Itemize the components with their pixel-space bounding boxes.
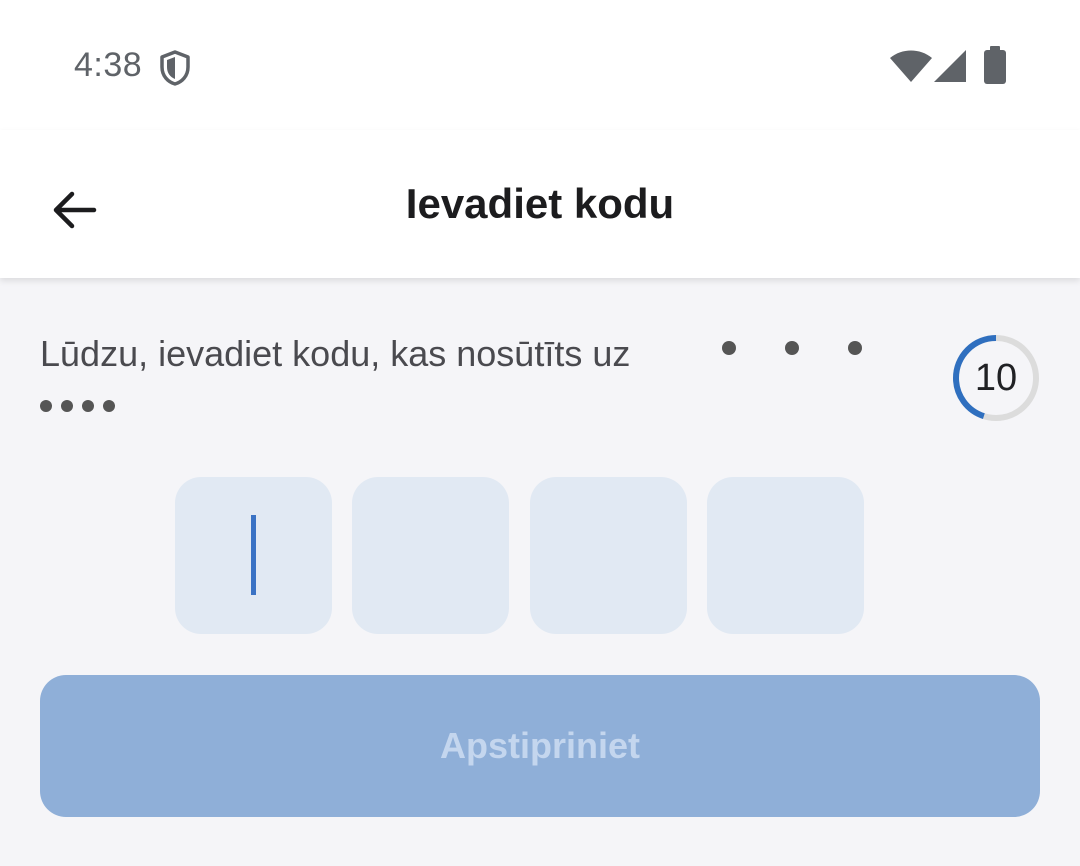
code-box-3[interactable] (530, 477, 687, 634)
masked-phone-part-2 (40, 396, 120, 416)
wifi-icon (890, 50, 932, 82)
code-box-4[interactable] (707, 477, 864, 634)
timer-seconds: 10 (974, 356, 1018, 399)
text-cursor (251, 515, 256, 595)
countdown-timer: 10 (950, 332, 1042, 424)
status-bar: 4:38 (0, 0, 1080, 130)
code-input-group (175, 477, 865, 634)
battery-icon (984, 46, 1006, 84)
masked-phone-part-1 (722, 336, 862, 360)
shield-icon (160, 50, 190, 86)
page-title: Ievadiet kodu (405, 180, 675, 227)
code-box-1[interactable] (175, 477, 332, 634)
signal-icon (934, 50, 966, 82)
status-time: 4:38 (74, 46, 143, 84)
code-box-2[interactable] (352, 477, 509, 634)
app-bar: Ievadiet kodu (0, 130, 1080, 278)
confirm-button[interactable]: Apstipriniet (40, 675, 1040, 817)
instruction-text: Lūdzu, ievadiet kodu, kas nosūtīts uz (40, 333, 631, 374)
content: Lūdzu, ievadiet kodu, kas nosūtīts uz 10… (0, 278, 1080, 866)
